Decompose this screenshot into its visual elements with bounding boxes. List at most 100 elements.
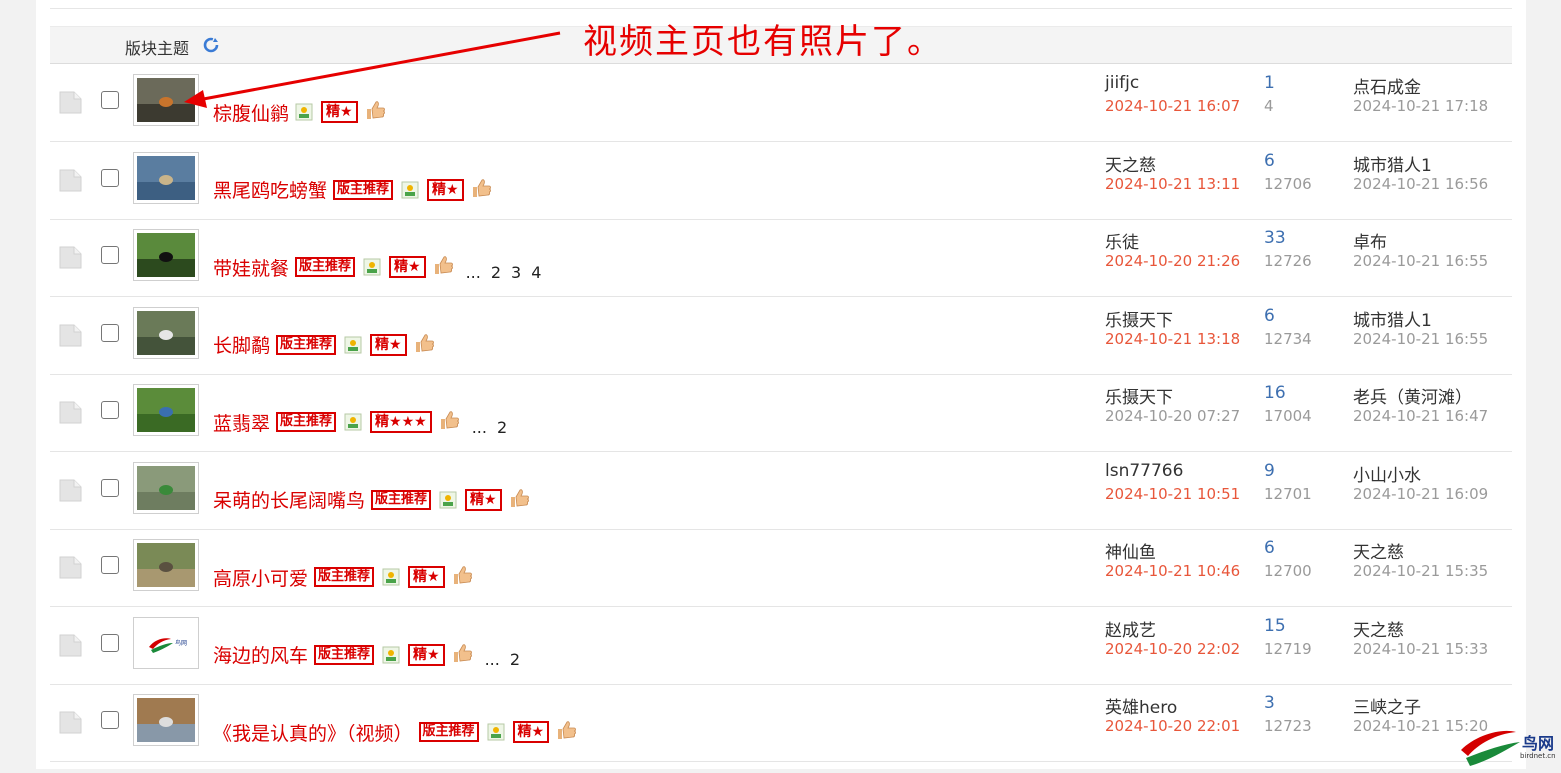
last-post-date[interactable]: 2024-10-21 15:35 bbox=[1353, 562, 1488, 580]
thread-title-link[interactable]: 棕腹仙鹟 bbox=[213, 99, 289, 126]
last-post-date[interactable]: 2024-10-21 16:55 bbox=[1353, 330, 1488, 348]
thread-checkbox[interactable] bbox=[101, 633, 119, 652]
thread-title-line: 《我是认真的》（视频） 版主推荐 精★ bbox=[213, 718, 589, 746]
thread-author[interactable]: 天之慈 bbox=[1105, 151, 1156, 176]
reply-count[interactable]: 6 bbox=[1264, 151, 1275, 171]
reply-count[interactable]: 6 bbox=[1264, 538, 1275, 558]
thread-checkbox[interactable] bbox=[101, 711, 119, 729]
thread-thumbnail[interactable] bbox=[133, 74, 199, 126]
thread-row: 呆萌的长尾阔嘴鸟 版主推荐 精★ lsn77766 2024-10-21 10:5… bbox=[50, 452, 1512, 530]
view-count: 12719 bbox=[1264, 639, 1312, 658]
reply-count[interactable]: 3 bbox=[1264, 693, 1275, 713]
thread-author[interactable]: 神仙鱼 bbox=[1105, 538, 1156, 563]
thread-author[interactable]: 乐摄天下 bbox=[1105, 383, 1173, 408]
thread-row: 长脚鹬 版主推荐 精★ 乐摄天下 2024-10-21 13:18 6 12734… bbox=[50, 297, 1512, 375]
last-post-date[interactable]: 2024-10-21 16:55 bbox=[1353, 252, 1488, 270]
last-poster[interactable]: 卓布 bbox=[1353, 228, 1387, 253]
last-poster[interactable]: 天之慈 bbox=[1353, 538, 1404, 563]
thumbs-up-icon bbox=[453, 566, 472, 584]
last-poster[interactable]: 点石成金 bbox=[1353, 73, 1421, 98]
last-post-date[interactable]: 2024-10-21 16:09 bbox=[1353, 485, 1488, 503]
thread-thumbnail[interactable] bbox=[133, 229, 199, 281]
thread-title-link[interactable]: 长脚鹬 bbox=[213, 331, 270, 358]
reply-count[interactable]: 15 bbox=[1264, 616, 1286, 636]
thread-thumbnail[interactable] bbox=[133, 384, 199, 436]
forum-panel: 版块主题 棕腹仙鹟 精★ jiifjc 2024-10-21 16:07 1 4… bbox=[36, 0, 1526, 769]
last-poster[interactable]: 天之慈 bbox=[1353, 616, 1404, 641]
essence-label: 精 bbox=[375, 336, 390, 353]
page-link[interactable]: 2 bbox=[510, 650, 520, 669]
post-date: 2024-10-20 21:26 bbox=[1105, 252, 1241, 270]
view-count: 17004 bbox=[1264, 407, 1312, 425]
last-poster[interactable]: 城市猎人1 bbox=[1353, 306, 1432, 331]
thread-title-line: 呆萌的长尾阔嘴鸟 版主推荐 精★ bbox=[213, 486, 542, 514]
reply-count[interactable]: 16 bbox=[1264, 383, 1286, 403]
thread-thumbnail-image bbox=[137, 155, 195, 200]
thread-thumbnail[interactable] bbox=[133, 694, 199, 746]
thread-author[interactable]: 乐徒 bbox=[1105, 228, 1139, 253]
thread-title-link[interactable]: 黑尾鸥吃螃蟹 bbox=[213, 176, 327, 203]
last-post-date[interactable]: 2024-10-21 16:56 bbox=[1353, 175, 1488, 193]
thumbs-up-icon bbox=[472, 178, 491, 197]
thread-checkbox[interactable] bbox=[101, 168, 119, 187]
thread-row: 带娃就餐 版主推荐 精★ ... 2 3 4 乐徒 2024-10-20 21:26 3… bbox=[50, 219, 1512, 297]
essence-badge: 精★ bbox=[408, 643, 445, 666]
thread-title-link[interactable]: 蓝翡翠 bbox=[213, 409, 270, 436]
reply-count[interactable]: 9 bbox=[1264, 461, 1275, 481]
thread-thumbnail[interactable] bbox=[133, 306, 199, 359]
essence-label: 精 bbox=[470, 491, 485, 508]
thumbs-up-icon bbox=[434, 256, 453, 274]
reply-count[interactable]: 1 bbox=[1264, 73, 1275, 93]
thread-author[interactable]: lsn77766 bbox=[1105, 461, 1183, 481]
last-poster[interactable]: 城市猎人1 bbox=[1353, 151, 1432, 176]
refresh-icon[interactable] bbox=[203, 37, 219, 53]
folder-icon bbox=[59, 324, 82, 346]
thread-thumbnail-image bbox=[137, 78, 195, 122]
thread-thumbnail-image bbox=[137, 465, 195, 510]
thread-title-link[interactable]: 呆萌的长尾阔嘴鸟 bbox=[213, 486, 365, 513]
thread-thumbnail[interactable] bbox=[133, 461, 199, 514]
view-count: 12734 bbox=[1264, 329, 1312, 348]
image-attachment-icon bbox=[295, 103, 313, 121]
last-post-date[interactable]: 2024-10-21 15:33 bbox=[1353, 640, 1488, 658]
last-poster[interactable]: 小山小水 bbox=[1353, 461, 1421, 486]
folder-icon bbox=[59, 401, 82, 424]
thread-author[interactable]: jiifjc bbox=[1105, 73, 1139, 93]
thread-checkbox[interactable] bbox=[101, 246, 119, 264]
thread-title-line: 棕腹仙鹟 精★ bbox=[213, 98, 398, 126]
thread-title-link[interactable]: 《我是认真的》（视频） bbox=[213, 719, 413, 746]
thread-title-link[interactable]: 高原小可爱 bbox=[213, 564, 308, 591]
thread-thumbnail[interactable] bbox=[133, 151, 199, 204]
thread-title-line: 长脚鹬 版主推荐 精★ bbox=[213, 331, 447, 359]
last-post-date[interactable]: 2024-10-21 16:47 bbox=[1353, 407, 1488, 425]
post-date: 2024-10-21 13:11 bbox=[1105, 174, 1241, 193]
thread-title-line: 蓝翡翠 版主推荐 精★★★ ... 2 bbox=[213, 408, 517, 437]
thread-thumbnail[interactable] bbox=[133, 539, 199, 591]
reply-count[interactable]: 33 bbox=[1264, 228, 1286, 248]
image-attachment-icon bbox=[382, 568, 400, 586]
thread-author[interactable]: 赵成艺 bbox=[1105, 616, 1156, 641]
thread-checkbox[interactable] bbox=[101, 401, 119, 419]
page-link[interactable]: 3 bbox=[511, 263, 521, 282]
essence-badge: 精★ bbox=[321, 101, 358, 123]
thread-checkbox[interactable] bbox=[101, 323, 119, 342]
thread-author[interactable]: 乐摄天下 bbox=[1105, 306, 1173, 331]
page-link[interactable]: 2 bbox=[497, 418, 507, 437]
last-poster[interactable]: 老兵（黄河滩） bbox=[1353, 383, 1472, 408]
thumbs-up-icon bbox=[366, 101, 385, 119]
page-link[interactable]: 4 bbox=[531, 263, 541, 282]
thread-row: 《我是认真的》（视频） 版主推荐 精★ 英雄hero 2024-10-20 22:… bbox=[50, 684, 1512, 762]
thread-title-link[interactable]: 海边的风车 bbox=[213, 641, 308, 668]
folder-icon bbox=[59, 91, 82, 114]
thread-title-link[interactable]: 带娃就餐 bbox=[213, 254, 289, 281]
thread-checkbox[interactable] bbox=[101, 478, 119, 497]
image-attachment-icon bbox=[487, 723, 505, 741]
last-poster[interactable]: 三峡之子 bbox=[1353, 693, 1421, 718]
thread-checkbox[interactable] bbox=[101, 91, 119, 109]
thread-thumbnail[interactable]: 鸟网 bbox=[133, 616, 199, 669]
last-post-date[interactable]: 2024-10-21 17:18 bbox=[1353, 97, 1488, 115]
thread-author[interactable]: 英雄hero bbox=[1105, 693, 1177, 718]
thread-checkbox[interactable] bbox=[101, 556, 119, 574]
page-link[interactable]: 2 bbox=[491, 263, 501, 282]
reply-count[interactable]: 6 bbox=[1264, 306, 1275, 326]
